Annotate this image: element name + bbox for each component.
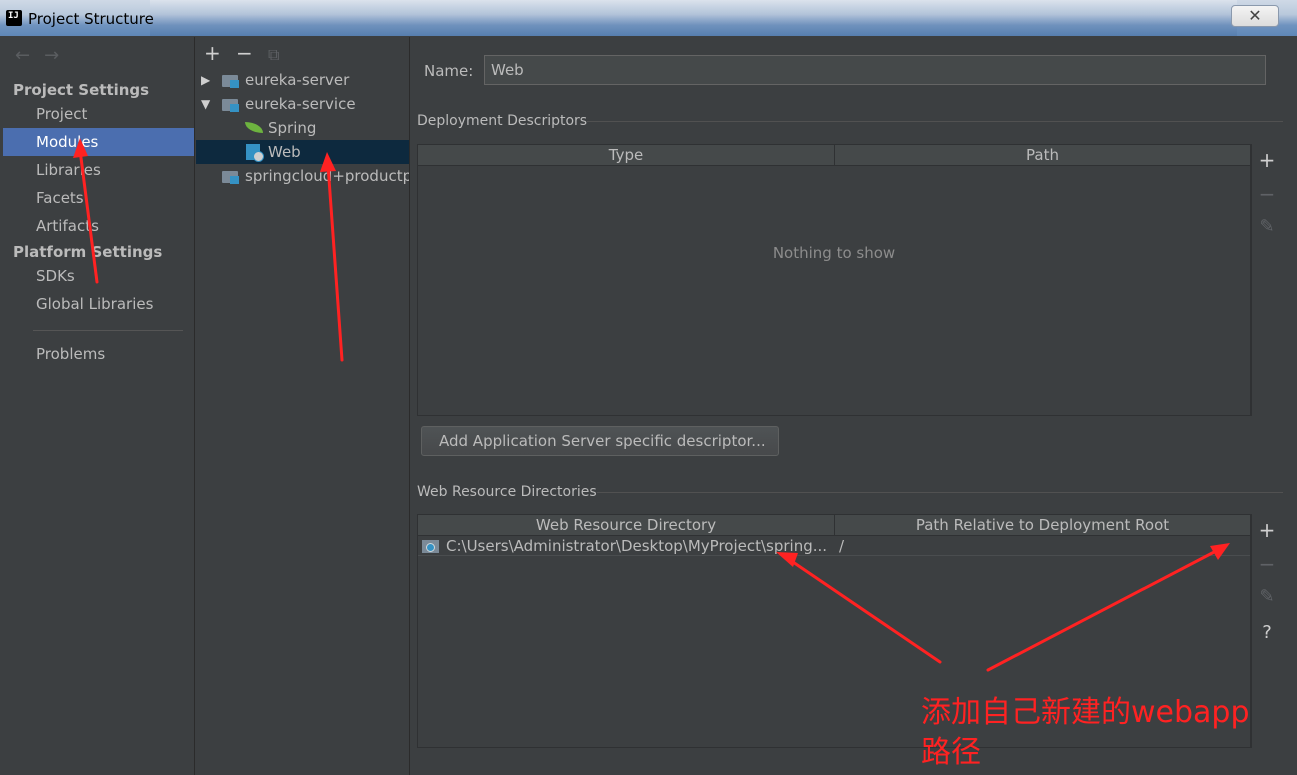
nav-item-facets[interactable]: Facets xyxy=(3,184,194,212)
tree-item-springcloud-productp[interactable]: springcloud+productp xyxy=(196,164,410,188)
tree-item-eureka-service[interactable]: ▼ eureka-service xyxy=(196,92,409,116)
back-forward-arrows[interactable]: ←→ xyxy=(15,45,73,66)
edit-descriptor-button[interactable]: ✎ xyxy=(1252,216,1282,237)
name-input[interactable]: Web xyxy=(484,55,1266,85)
column-header-type[interactable]: Type xyxy=(418,145,835,166)
tree-toolbar: + − ⧉ xyxy=(204,41,300,65)
nav-item-libraries[interactable]: Libraries xyxy=(3,156,194,184)
annotation-text: 添加自己新建的webapp 路径 xyxy=(921,693,1281,773)
help-button[interactable]: ? xyxy=(1252,622,1282,643)
project-settings-header: Project Settings xyxy=(13,81,150,99)
window-title: Project Structure xyxy=(28,10,154,28)
close-button[interactable]: ✕ xyxy=(1231,5,1279,27)
web-resource-directories-title: Web Resource Directories xyxy=(417,484,597,500)
web-facet-settings: Name: Web Deployment Descriptors Type Pa… xyxy=(411,37,1297,775)
column-header-web-resource-directory[interactable]: Web Resource Directory xyxy=(418,515,835,536)
deployment-descriptors-title: Deployment Descriptors xyxy=(417,113,588,129)
tree-item-label: springcloud+productp xyxy=(245,167,410,185)
relative-path-cell[interactable]: / xyxy=(839,536,1239,556)
module-folder-icon xyxy=(222,169,240,184)
nav-item-artifacts[interactable]: Artifacts xyxy=(3,212,194,240)
tree-item-eureka-server[interactable]: ▶ eureka-server xyxy=(196,68,409,92)
group-separator xyxy=(587,121,1283,122)
modules-tree-panel: + − ⧉ ▶ eureka-server ▼ eureka-service Spr… xyxy=(196,37,410,775)
copy-module-button[interactable]: ⧉ xyxy=(268,45,300,65)
add-descriptor-button[interactable]: + xyxy=(1252,148,1282,172)
title-bar: IJ Project Structure ✕ xyxy=(0,0,1297,36)
tree-item-label: Spring xyxy=(268,119,317,137)
tree-item-web[interactable]: Web xyxy=(196,140,409,164)
spring-leaf-icon xyxy=(245,121,263,135)
annotation-line-1: 添加自己新建的webapp xyxy=(921,695,1250,730)
tree-item-label: Web xyxy=(268,143,301,161)
add-server-descriptor-button[interactable]: Add Application Server specific descript… xyxy=(421,426,779,456)
remove-module-button[interactable]: − xyxy=(236,41,268,65)
tree-item-label: eureka-server xyxy=(245,71,350,89)
module-folder-icon xyxy=(222,73,240,88)
remove-web-resource-button[interactable]: − xyxy=(1252,552,1282,576)
web-resource-directory-cell[interactable]: C:\Users\Administrator\Desktop\MyProject… xyxy=(446,536,831,556)
intellij-app-icon: IJ xyxy=(4,8,24,28)
web-directory-icon xyxy=(422,540,439,553)
empty-table-message: Nothing to show xyxy=(772,244,896,262)
expand-arrow-icon[interactable]: ▶ xyxy=(201,68,210,92)
edit-web-resource-button[interactable]: ✎ xyxy=(1252,586,1282,607)
nav-item-project[interactable]: Project xyxy=(3,100,194,128)
add-web-resource-button[interactable]: + xyxy=(1252,518,1282,542)
deployment-descriptors-table[interactable]: Type Path Nothing to show xyxy=(417,144,1251,416)
collapse-arrow-icon[interactable]: ▼ xyxy=(201,92,210,116)
nav-item-problems[interactable]: Problems xyxy=(3,340,194,368)
deployment-table-toolbar: + − ✎ xyxy=(1251,144,1281,416)
group-separator xyxy=(597,492,1283,493)
title-bar-background xyxy=(150,0,1237,36)
name-label: Name: xyxy=(424,62,474,80)
settings-sidebar: ←→ Project Settings Project Modules Libr… xyxy=(3,37,195,775)
tree-item-label: eureka-service xyxy=(245,95,356,113)
table-row[interactable]: C:\Users\Administrator\Desktop\MyProject… xyxy=(418,536,1250,556)
add-module-button[interactable]: + xyxy=(204,41,236,65)
table-header: Type Path xyxy=(418,145,1250,166)
remove-descriptor-button[interactable]: − xyxy=(1252,182,1282,206)
nav-item-sdks[interactable]: SDKs xyxy=(3,262,194,290)
platform-settings-header: Platform Settings xyxy=(13,243,163,261)
nav-item-modules[interactable]: Modules xyxy=(3,128,194,156)
table-header: Web Resource Directory Path Relative to … xyxy=(418,515,1250,536)
column-header-path[interactable]: Path xyxy=(835,145,1250,166)
nav-divider xyxy=(33,330,183,331)
column-header-path-relative[interactable]: Path Relative to Deployment Root xyxy=(835,515,1250,536)
annotation-line-2: 路径 xyxy=(921,735,981,770)
nav-item-global-libraries[interactable]: Global Libraries xyxy=(3,290,194,318)
web-facet-icon xyxy=(246,144,264,162)
tree-item-spring[interactable]: Spring xyxy=(196,116,409,140)
module-folder-icon xyxy=(222,97,240,112)
